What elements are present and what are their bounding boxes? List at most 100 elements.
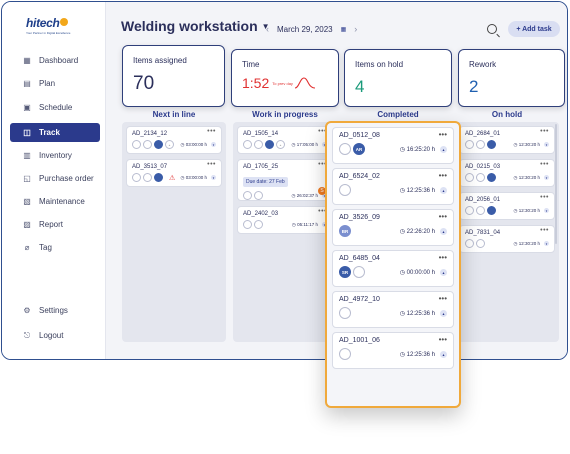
sidebar-item-label: Schedule: [39, 103, 73, 112]
task-card[interactable]: AD_2134_12 ••• + ◷ 03:00:00 h ▾: [126, 126, 222, 154]
search-icon[interactable]: [487, 24, 497, 34]
chevron-up-icon[interactable]: ▴: [440, 227, 447, 235]
task-id: AD_0512_08: [339, 132, 380, 139]
completed-task-card[interactable]: AD_6524_02 ••• ◷ 12:25:36 h ▴: [332, 168, 454, 205]
completed-task-card[interactable]: AD_1001_06 ••• ◷ 12:25:36 h ▴: [332, 332, 454, 369]
chevron-up-icon[interactable]: ▴: [440, 186, 447, 194]
due-date-badge: Due date: 27 Feb: [243, 177, 288, 187]
task-card[interactable]: AD_3513_07 ••• ⚠ ◷ 03:00:00 h ▾: [126, 159, 222, 187]
maintenance-icon: ▧: [23, 197, 31, 206]
more-options-icon[interactable]: •••: [207, 128, 216, 135]
sidebar-item-label: Logout: [39, 331, 64, 340]
more-options-icon[interactable]: •••: [540, 128, 549, 135]
completed-task-card[interactable]: AD_0512_08 ••• AR ◷ 16:25:20 h ▴: [332, 127, 454, 164]
sidebar-item-report[interactable]: ▨ Report: [10, 215, 100, 234]
scrollbar[interactable]: [555, 124, 557, 244]
chevron-up-icon[interactable]: ▴: [440, 145, 447, 153]
task-card[interactable]: AD_0215_03 ••• ◷ 12:30:20 h ▾: [459, 159, 555, 187]
avatar: [154, 140, 163, 149]
task-time: ◷ 12:30:20 h: [513, 141, 540, 147]
avatar: AR: [353, 143, 365, 155]
sidebar-item-tag[interactable]: ⌀ Tag: [10, 238, 100, 257]
sidebar-item-label: Tag: [39, 243, 52, 252]
chevron-down-icon[interactable]: ▾: [544, 208, 549, 213]
task-card[interactable]: AD_1705_25 ••• Due date: 27 Feb ◷ 26:02:37 …: [237, 159, 333, 201]
column-header-next: Next in line: [152, 110, 196, 119]
task-card[interactable]: AD_2056_01 ••• ◷ 12:30:20 h ▾: [459, 192, 555, 220]
column-header-onhold: On hold: [491, 110, 523, 119]
more-options-icon[interactable]: •••: [540, 161, 549, 168]
more-options-icon[interactable]: •••: [439, 335, 447, 344]
task-id: AD_2402_03: [243, 211, 279, 217]
task-card[interactable]: AD_2402_03•••◷ 05:11:17 h▾: [237, 206, 333, 234]
more-options-icon[interactable]: •••: [439, 130, 447, 139]
prev-date-button[interactable]: ‹: [266, 24, 269, 34]
completed-task-card[interactable]: AD_3526_09 ••• BR ◷ 22:26:20 h ▴: [332, 209, 454, 246]
avatar: [254, 140, 263, 149]
avatar: [339, 143, 351, 155]
sidebar-item-label: Purchase order: [39, 174, 94, 183]
trend-wave-icon: [295, 77, 316, 89]
avatar: [143, 140, 152, 149]
sidebar-item-schedule[interactable]: ▣ Schedule: [10, 98, 100, 117]
current-date[interactable]: March 29, 2023: [277, 25, 333, 34]
column-header-completed: Completed: [377, 110, 419, 119]
more-options-icon[interactable]: •••: [439, 171, 447, 180]
task-card[interactable]: AD_1505_14•••+◷ 17:05:00 h▾: [237, 126, 333, 154]
task-time: ◷ 05:11:17 h: [291, 221, 318, 227]
sidebar-item-label: Dashboard: [39, 56, 79, 65]
chevron-down-icon[interactable]: ▾: [544, 241, 549, 246]
add-assignee-icon[interactable]: +: [165, 140, 174, 149]
add-task-button[interactable]: + Add task: [508, 21, 560, 37]
task-card[interactable]: AD_7831_04 ••• ◷ 12:30:20 h ▾: [459, 225, 555, 253]
sidebar-item-track[interactable]: ◫ Track: [10, 123, 100, 142]
avatar: [339, 184, 351, 196]
more-options-icon[interactable]: •••: [439, 253, 447, 262]
avatar: [243, 220, 252, 229]
task-id: AD_1001_06: [339, 337, 380, 344]
calendar-icon[interactable]: ▦: [341, 26, 347, 33]
chevron-down-icon[interactable]: ▾: [544, 142, 549, 147]
avatar: [243, 191, 252, 200]
completed-task-card[interactable]: AD_6485_04 ••• SR ◷ 00:00:00 h ▴: [332, 250, 454, 287]
chevron-down-icon[interactable]: ▾: [211, 142, 216, 147]
task-time: ◷ 12:30:20 h: [513, 207, 540, 213]
sidebar-item-logout[interactable]: ⎋ Logout: [10, 326, 100, 345]
add-assignee-icon[interactable]: +: [276, 140, 285, 149]
stat-label: Items assigned: [133, 56, 187, 65]
more-options-icon[interactable]: •••: [207, 161, 216, 168]
stat-value: 2: [469, 77, 479, 96]
avatar: [143, 173, 152, 182]
sidebar-item-inventory[interactable]: ▥ Inventory: [10, 146, 100, 165]
sidebar-item-purchase-order[interactable]: ◱ Purchase order: [10, 169, 100, 188]
task-card[interactable]: AD_2684_01 ••• ◷ 12:30:20 h ▾: [459, 126, 555, 154]
task-id: AD_1505_14: [243, 131, 279, 137]
tag-icon: ⌀: [24, 243, 30, 252]
purchase-order-icon: ◱: [23, 174, 31, 183]
page-title[interactable]: Welding workstation ▼: [121, 18, 270, 34]
avatar: BR: [339, 225, 351, 237]
chevron-down-icon[interactable]: ▾: [544, 175, 549, 180]
more-options-icon[interactable]: •••: [439, 212, 447, 221]
task-id: AD_7831_04: [465, 230, 501, 236]
more-options-icon[interactable]: •••: [540, 194, 549, 201]
sidebar-item-settings[interactable]: ⚙ Settings: [10, 301, 100, 320]
sidebar-item-maintenance[interactable]: ▧ Maintenance: [10, 192, 100, 211]
chevron-up-icon[interactable]: ▴: [440, 309, 447, 317]
chevron-up-icon[interactable]: ▴: [440, 268, 447, 276]
avatar: [476, 239, 485, 248]
task-time: ◷ 16:25:20 h: [399, 146, 435, 153]
column-wip: AD_1505_14•••+◷ 17:05:00 h▾ AD_1705_25•••…: [233, 122, 337, 342]
task-id: AD_2056_01: [465, 197, 501, 203]
sidebar-item-dashboard[interactable]: ▦ Dashboard: [10, 51, 100, 70]
column-header-wip: Work in progress: [252, 110, 318, 119]
chevron-up-icon[interactable]: ▴: [440, 350, 447, 358]
sidebar-item-label: Inventory: [39, 151, 72, 160]
completed-task-card[interactable]: AD_4972_10 ••• ◷ 12:25:36 h ▴: [332, 291, 454, 328]
more-options-icon[interactable]: •••: [540, 227, 549, 234]
stat-time: Time 1:52 To prev day: [231, 49, 339, 107]
chevron-down-icon[interactable]: ▾: [211, 175, 216, 180]
more-options-icon[interactable]: •••: [439, 294, 447, 303]
next-date-button[interactable]: ›: [354, 24, 357, 34]
sidebar-item-plan[interactable]: ▤ Plan: [10, 74, 100, 93]
